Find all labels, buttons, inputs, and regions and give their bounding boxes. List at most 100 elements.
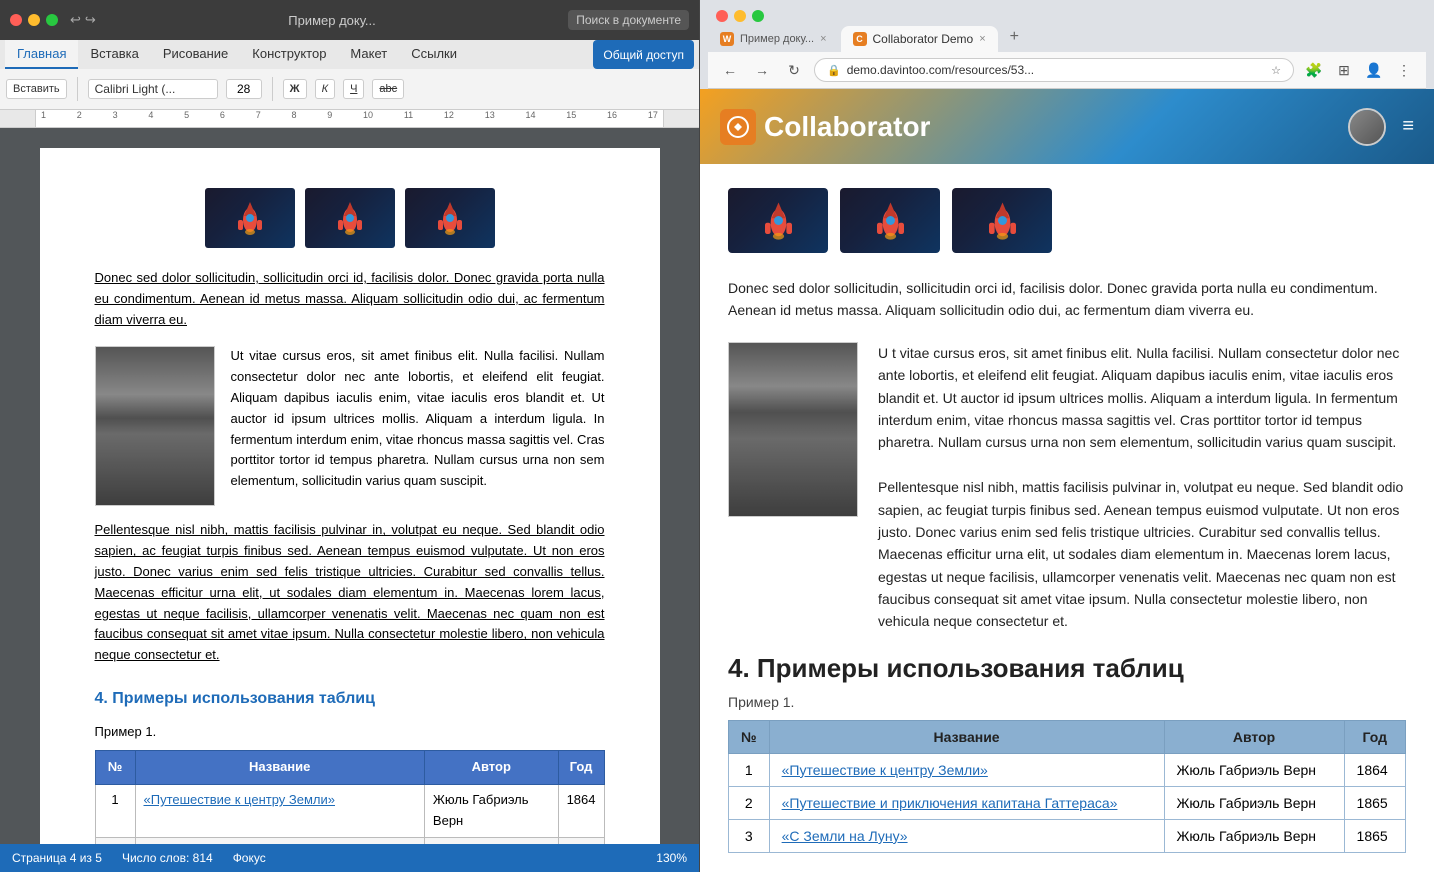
ruler-mark: 13 [485,110,495,120]
table-cell-year: 1864 [558,785,604,838]
forward-button[interactable]: → [750,58,774,82]
browser-cell-num: 3 [729,819,770,852]
browser-traffic-lights [708,6,1426,22]
browser-tab-inactive[interactable]: W Пример доку... × [708,26,839,52]
browser-cell-author: Жюль Габриэль Верн [1164,819,1344,852]
browser-portrait [728,342,858,517]
table-header-num: № [95,751,135,785]
browser-cell-year: 1865 [1344,819,1405,852]
font-selector[interactable]: Calibri Light (... [88,79,218,99]
avatar-image [1350,110,1384,144]
browser-table-link[interactable]: «Путешествие и приключения капитана Гатт… [782,795,1118,811]
browser-image-3 [952,188,1052,253]
doc-images [95,188,605,248]
back-button[interactable]: ← [718,58,742,82]
browser-close[interactable] [716,10,728,22]
tab-draw[interactable]: Рисование [151,40,240,69]
table-link[interactable]: «Путешествие к центру Земли» [144,792,336,807]
tab-favicon-active: C [853,32,867,46]
ruler-mark: 4 [148,110,153,120]
star-icon[interactable]: ☆ [1271,64,1281,77]
titlebar-tools: ↩ ↪ [70,12,96,28]
page-count: Страница 4 из 5 [12,851,102,865]
minimize-button[interactable] [28,14,40,26]
browser-chrome: W Пример доку... × C Collaborator Demo ×… [700,0,1434,89]
table-cell-title: «Путешествие к центру Земли» [135,785,424,838]
close-button[interactable] [10,14,22,26]
separator2 [272,77,273,101]
browser-cell-year: 1865 [1344,786,1405,819]
extensions-button[interactable]: 🧩 [1302,58,1326,82]
tab-layout[interactable]: Макет [338,40,399,69]
left-panel: ↩ ↪ Пример доку... Поиск в документе Гла… [0,0,700,872]
portrait-face [96,347,214,505]
collaborator-header: Collaborator ≡ [700,89,1434,164]
ruler-mark: 1 [41,110,46,120]
tab-references[interactable]: Ссылки [399,40,469,69]
doc-paragraph-1: Donec sed dolor sollicitudin, sollicitud… [95,268,605,330]
strikethrough-button[interactable]: abc [372,79,404,99]
inactive-tab-label: Пример доку... [740,33,814,45]
undo-icon[interactable]: ↩ [70,12,81,28]
tab-favicon-inactive: W [720,32,734,46]
ruler-mark: 10 [363,110,373,120]
ruler-mark: 8 [291,110,296,120]
right-panel: W Пример доку... × C Collaborator Demo ×… [700,0,1434,872]
browser-cell-title: «Путешествие к центру Земли» [769,753,1164,786]
browser-maximize[interactable] [752,10,764,22]
bold-button[interactable]: Ж [283,79,307,99]
focus-mode[interactable]: Фокус [233,851,266,865]
logo-text: Collaborator [764,111,930,143]
doc-image-3 [405,188,495,248]
browser-table: № Название Автор Год 1 «Путешествие к це… [728,720,1406,853]
browser-table-link[interactable]: «С Земли на Луну» [782,828,908,844]
ruler-mark: 3 [113,110,118,120]
italic-button[interactable]: К [315,79,335,99]
refresh-button[interactable]: ↻ [782,58,806,82]
browser-table-link[interactable]: «Путешествие к центру Земли» [782,762,988,778]
table-cell-num: 2 [95,837,135,844]
ruler: 1 2 3 4 5 6 7 8 9 10 11 12 13 14 15 16 1… [0,110,699,128]
address-bar[interactable]: 🔒 demo.davintoo.com/resources/53... ☆ [814,58,1294,82]
traffic-lights [10,14,58,26]
browser-minimize[interactable] [734,10,746,22]
header-menu-button[interactable]: ≡ [1402,115,1414,138]
browser-image-1 [728,188,828,253]
user-avatar[interactable] [1348,108,1386,146]
table-row: 1 «Путешествие к центру Земли» Жюль Габр… [95,785,604,838]
search-bar[interactable]: Поиск в документе [568,10,689,30]
tab-close-active[interactable]: × [979,33,985,45]
redo-icon[interactable]: ↪ [85,12,96,28]
table-cell-author: Жюль Габриэль Верн [424,837,558,844]
titlebar: ↩ ↪ Пример доку... Поиск в документе [0,0,699,40]
browser-cell-year: 1864 [1344,753,1405,786]
tab-close-inactive[interactable]: × [820,33,826,45]
doc-page: Donec sed dolor sollicitudin, sollicitud… [40,148,660,844]
table-row: 2 «Путешествие и приключения капитана Га… [95,837,604,844]
ruler-mark: 6 [220,110,225,120]
paste-button[interactable]: Вставить [6,79,67,99]
menu-button[interactable]: ⋮ [1392,58,1416,82]
browser-tabs: W Пример доку... × C Collaborator Demo ×… [708,22,1426,52]
browser-tab-active[interactable]: C Collaborator Demo × [841,26,998,52]
browser-table-row: 3 «С Земли на Луну» Жюль Габриэль Верн 1… [729,819,1406,852]
tab-home[interactable]: Главная [5,40,78,69]
bookmark-button[interactable]: ⊞ [1332,58,1356,82]
ruler-mark: 7 [256,110,261,120]
ruler-mark: 17 [648,110,658,120]
tab-insert[interactable]: Вставка [78,40,150,69]
browser-cell-author: Жюль Габриэль Верн [1164,786,1344,819]
ruler-mark: 9 [327,110,332,120]
table-cell-author: Жюль Габриэль Верн [424,785,558,838]
underline-button[interactable]: Ч [343,79,364,99]
share-button[interactable]: Общий доступ [593,40,694,69]
font-size[interactable]: 28 [226,79,262,99]
profile-button[interactable]: 👤 [1362,58,1386,82]
maximize-button[interactable] [46,14,58,26]
separator [77,77,78,101]
new-tab-button[interactable]: + [1000,22,1029,52]
portrait-rendering [729,343,857,516]
document-area: Donec sed dolor sollicitudin, sollicitud… [0,128,699,844]
browser-paragraph-1: Donec sed dolor sollicitudin, sollicitud… [728,277,1406,322]
tab-design[interactable]: Конструктор [240,40,338,69]
